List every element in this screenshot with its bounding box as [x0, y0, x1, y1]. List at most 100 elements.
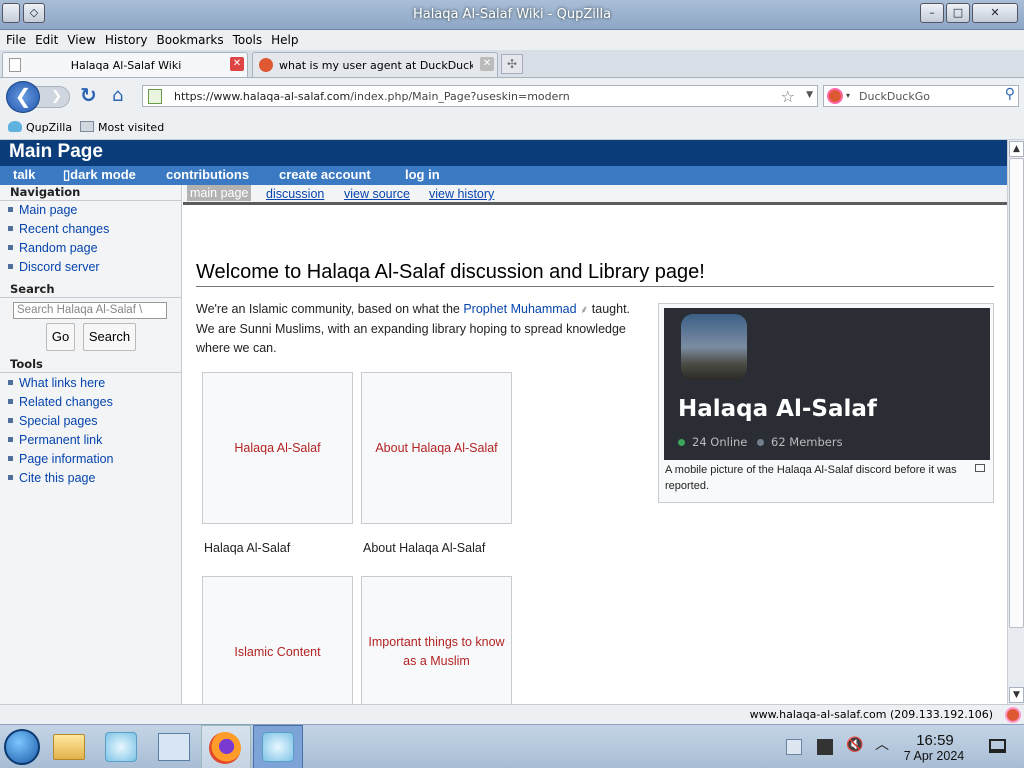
file-manager-icon[interactable] — [53, 734, 85, 760]
clock-time[interactable]: 16:59 — [903, 732, 967, 749]
close-tab-icon[interactable]: ✕ — [480, 57, 494, 71]
page-title: Main Page — [9, 141, 103, 162]
sidebar-item-page-information[interactable]: Page information — [8, 452, 114, 466]
box-caption: About Halaqa Al-Salaf — [363, 541, 486, 555]
sidebar-item-discord-server[interactable]: Discord server — [8, 260, 100, 274]
search-bar[interactable]: ▾ DuckDuckGo ⚲ — [823, 85, 1019, 107]
sidebar-item-permanent-link[interactable]: Permanent link — [8, 433, 102, 447]
tab-label: Halaqa Al-Salaf Wiki — [70, 59, 182, 72]
menu-edit[interactable]: Edit — [29, 30, 61, 47]
intro-paragraph: We're an Islamic community, based on wha… — [196, 302, 631, 355]
adblock-icon[interactable] — [1005, 707, 1021, 723]
chevron-up-icon[interactable]: ︿ — [875, 734, 891, 753]
scrollbar-thumb[interactable] — [1009, 158, 1024, 628]
sidebar: Navigation Main page Recent changes Rand… — [0, 185, 182, 704]
tab-label: what is my user agent at DuckDuckGo — [279, 59, 473, 72]
discord-screenshot[interactable]: Halaqa Al-Salaf 24 Online 62 Members — [664, 308, 990, 460]
site-header: Main Page — [0, 140, 1007, 166]
discord-figure: Halaqa Al-Salaf 24 Online 62 Members A m… — [658, 303, 994, 503]
menu-bar: File Edit View History Bookmarks Tools Help — [0, 30, 1024, 50]
firefox-icon[interactable] — [209, 732, 241, 764]
enlarge-icon[interactable] — [975, 464, 985, 472]
show-desktop-icon[interactable] — [989, 739, 1006, 753]
duckduckgo-icon[interactable] — [827, 88, 843, 104]
start-button[interactable] — [4, 729, 40, 765]
window-title: Halaqa Al-Salaf Wiki - QupZilla — [412, 7, 612, 22]
go-button[interactable]: Go — [46, 323, 75, 351]
sidebar-item-main-page[interactable]: Main page — [8, 203, 77, 217]
tab-halaqa-wiki[interactable]: Halaqa Al-Salaf Wiki ✕ — [2, 52, 248, 77]
app-launcher-icon[interactable] — [105, 732, 137, 762]
maximize-button[interactable]: □ — [946, 3, 970, 23]
link-box-about[interactable]: About Halaqa Al-Salaf — [361, 372, 512, 524]
sidebar-item-what-links-here[interactable]: What links here — [8, 376, 105, 390]
search-button[interactable]: Search — [83, 323, 136, 351]
new-tab-button[interactable]: ✣ — [501, 54, 523, 74]
tab-view-source[interactable]: view source — [344, 187, 410, 201]
network-manager-icon[interactable] — [158, 733, 190, 761]
prophet-muhammad-link[interactable]: Prophet Muhammad — [463, 302, 576, 316]
tab-duckduckgo[interactable]: what is my user agent at DuckDuckGo ✕ — [252, 52, 498, 77]
tab-main-page[interactable]: main page — [187, 185, 252, 201]
folder-icon — [80, 121, 94, 132]
bookmark-most-visited[interactable]: Most visited — [80, 121, 164, 134]
reload-button[interactable]: ↻ — [80, 85, 100, 106]
dark-mode-link[interactable]: ▯dark mode — [63, 167, 136, 183]
server-avatar — [681, 314, 747, 380]
bookmark-star-icon[interactable]: ☆ — [781, 87, 795, 106]
status-bar: www.halaqa-al-salaf.com (209.133.192.106… — [0, 704, 1024, 724]
taskbar: 🔇 ︿ 16:59 7 Apr 2024 — [0, 724, 1024, 768]
chevron-down-icon[interactable]: ▼ — [806, 90, 813, 100]
back-button[interactable]: ❮ — [6, 81, 40, 113]
search-icon[interactable]: ⚲ — [1005, 86, 1015, 102]
link-box-halaqa-al-salaf[interactable]: Halaqa Al-Salaf — [202, 372, 353, 524]
search-bar-placeholder: DuckDuckGo — [859, 90, 930, 103]
sidebar-item-special-pages[interactable]: Special pages — [8, 414, 98, 428]
bookmarks-toolbar: QupZilla Most visited — [0, 116, 1024, 140]
tray-app-icon[interactable] — [786, 739, 802, 755]
scroll-down-button[interactable]: ▼ — [1009, 687, 1024, 703]
search-input[interactable]: Search Halaqa Al-Salaf \ — [13, 302, 167, 319]
home-button[interactable]: ⌂ — [112, 86, 134, 106]
sidebar-search-heading: Search — [0, 282, 182, 298]
menu-help[interactable]: Help — [265, 30, 301, 47]
tab-view-history[interactable]: view history — [429, 187, 494, 201]
figure-caption: A mobile picture of the Halaqa Al-Salaf … — [665, 464, 957, 492]
talk-link[interactable]: talk — [13, 167, 35, 182]
menu-tools[interactable]: Tools — [227, 30, 266, 47]
address-bar[interactable]: https://www.halaqa-al-salaf.com/index.ph… — [142, 85, 818, 107]
duckduckgo-icon — [259, 58, 273, 72]
bookmark-qupzilla[interactable]: QupZilla — [8, 121, 72, 134]
tab-discussion[interactable]: discussion — [266, 187, 324, 201]
menu-bookmarks[interactable]: Bookmarks — [151, 30, 227, 47]
clock-date[interactable]: 7 Apr 2024 — [899, 749, 969, 763]
qupzilla-icon — [8, 121, 22, 132]
page-viewport: Main Page talk ▯dark mode contributions … — [0, 140, 1007, 704]
page-scrollbar[interactable]: ▲ ▼ — [1007, 140, 1024, 704]
menu-history[interactable]: History — [99, 30, 151, 47]
create-account-link[interactable]: create account — [279, 167, 371, 182]
qupzilla-icon[interactable] — [262, 732, 294, 762]
volume-muted-icon[interactable]: 🔇 — [846, 737, 863, 753]
link-box-important-things[interactable]: Important things to know as a Muslim — [361, 576, 512, 704]
sidebar-item-related-changes[interactable]: Related changes — [8, 395, 113, 409]
user-links-bar: talk ▯dark mode contributions create acc… — [0, 166, 1007, 185]
link-box-islamic-content[interactable]: Islamic Content — [202, 576, 353, 704]
sidebar-item-random-page[interactable]: Random page — [8, 241, 98, 255]
menu-view[interactable]: View — [61, 30, 98, 47]
sidebar-navigation-heading: Navigation — [0, 185, 182, 201]
chevron-down-icon[interactable]: ▾ — [846, 91, 850, 100]
sidebar-item-recent-changes[interactable]: Recent changes — [8, 222, 109, 236]
close-tab-icon[interactable]: ✕ — [230, 57, 244, 71]
log-in-link[interactable]: log in — [405, 167, 440, 182]
sidebar-item-cite-this-page[interactable]: Cite this page — [8, 471, 95, 485]
page-actions-tabs: main page discussion view source view hi… — [183, 185, 1007, 205]
menu-file[interactable]: File — [0, 30, 29, 47]
contributions-link[interactable]: contributions — [166, 167, 249, 182]
clipboard-icon[interactable] — [817, 739, 833, 755]
minimize-button[interactable]: – — [920, 3, 944, 23]
site-info-icon[interactable] — [148, 89, 162, 104]
status-text: www.halaqa-al-salaf.com (209.133.192.106… — [749, 708, 993, 721]
scroll-up-button[interactable]: ▲ — [1009, 141, 1024, 157]
close-window-button[interactable]: ✕ — [972, 3, 1018, 23]
